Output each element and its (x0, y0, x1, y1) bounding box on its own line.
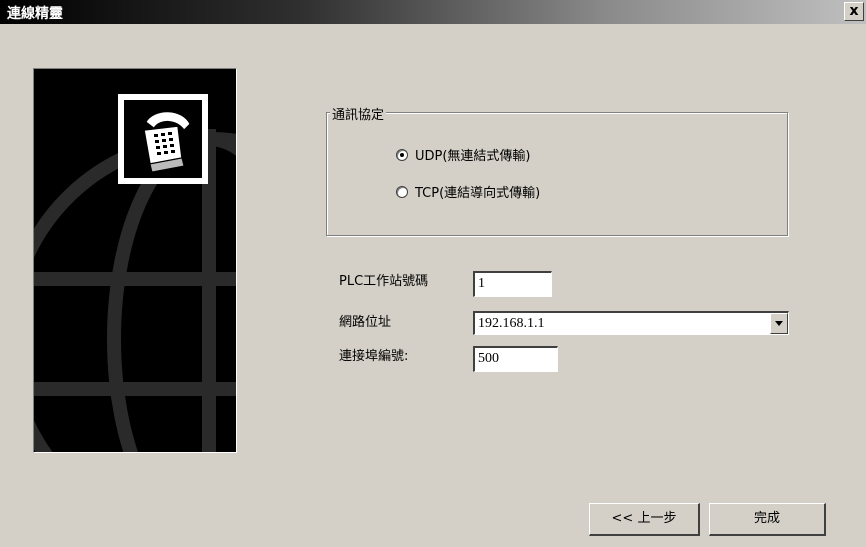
wizard-side-image (33, 68, 237, 453)
protocol-groupbox (326, 112, 788, 236)
network-address-combo[interactable]: 192.168.1.1 (473, 311, 789, 335)
close-button[interactable]: x (844, 2, 864, 21)
finish-button[interactable]: 完成 (709, 503, 826, 536)
radio-tcp[interactable]: TCP(連結導向式傳輸) (396, 182, 540, 201)
radio-udp-label: UDP(無連結式傳輸) (415, 149, 531, 164)
network-address-value: 192.168.1.1 (478, 316, 545, 331)
radio-tcp-button[interactable] (396, 185, 408, 198)
telephone-frame (118, 94, 208, 184)
title-bar: 連線精靈 x (0, 0, 866, 24)
radio-tcp-label: TCP(連結導向式傳輸) (415, 186, 541, 201)
port-number-label: 連接埠編號: (339, 349, 409, 364)
back-button[interactable]: << 上一步 (589, 503, 700, 536)
protocol-legend: 通訊協定 (330, 104, 387, 123)
chevron-down-icon (775, 321, 783, 326)
telephone-icon (143, 111, 191, 173)
dropdown-button[interactable] (770, 313, 788, 334)
network-address-label: 網路位址 (339, 315, 392, 330)
window-title: 連線精靈 (7, 6, 63, 22)
radio-udp[interactable]: UDP(無連結式傳輸) (396, 145, 531, 164)
port-number-input[interactable]: 500 (473, 346, 558, 372)
station-number-input[interactable]: 1 (473, 271, 552, 297)
radio-udp-button[interactable] (396, 148, 408, 161)
station-number-label: PLC工作站號碼 (339, 274, 429, 289)
